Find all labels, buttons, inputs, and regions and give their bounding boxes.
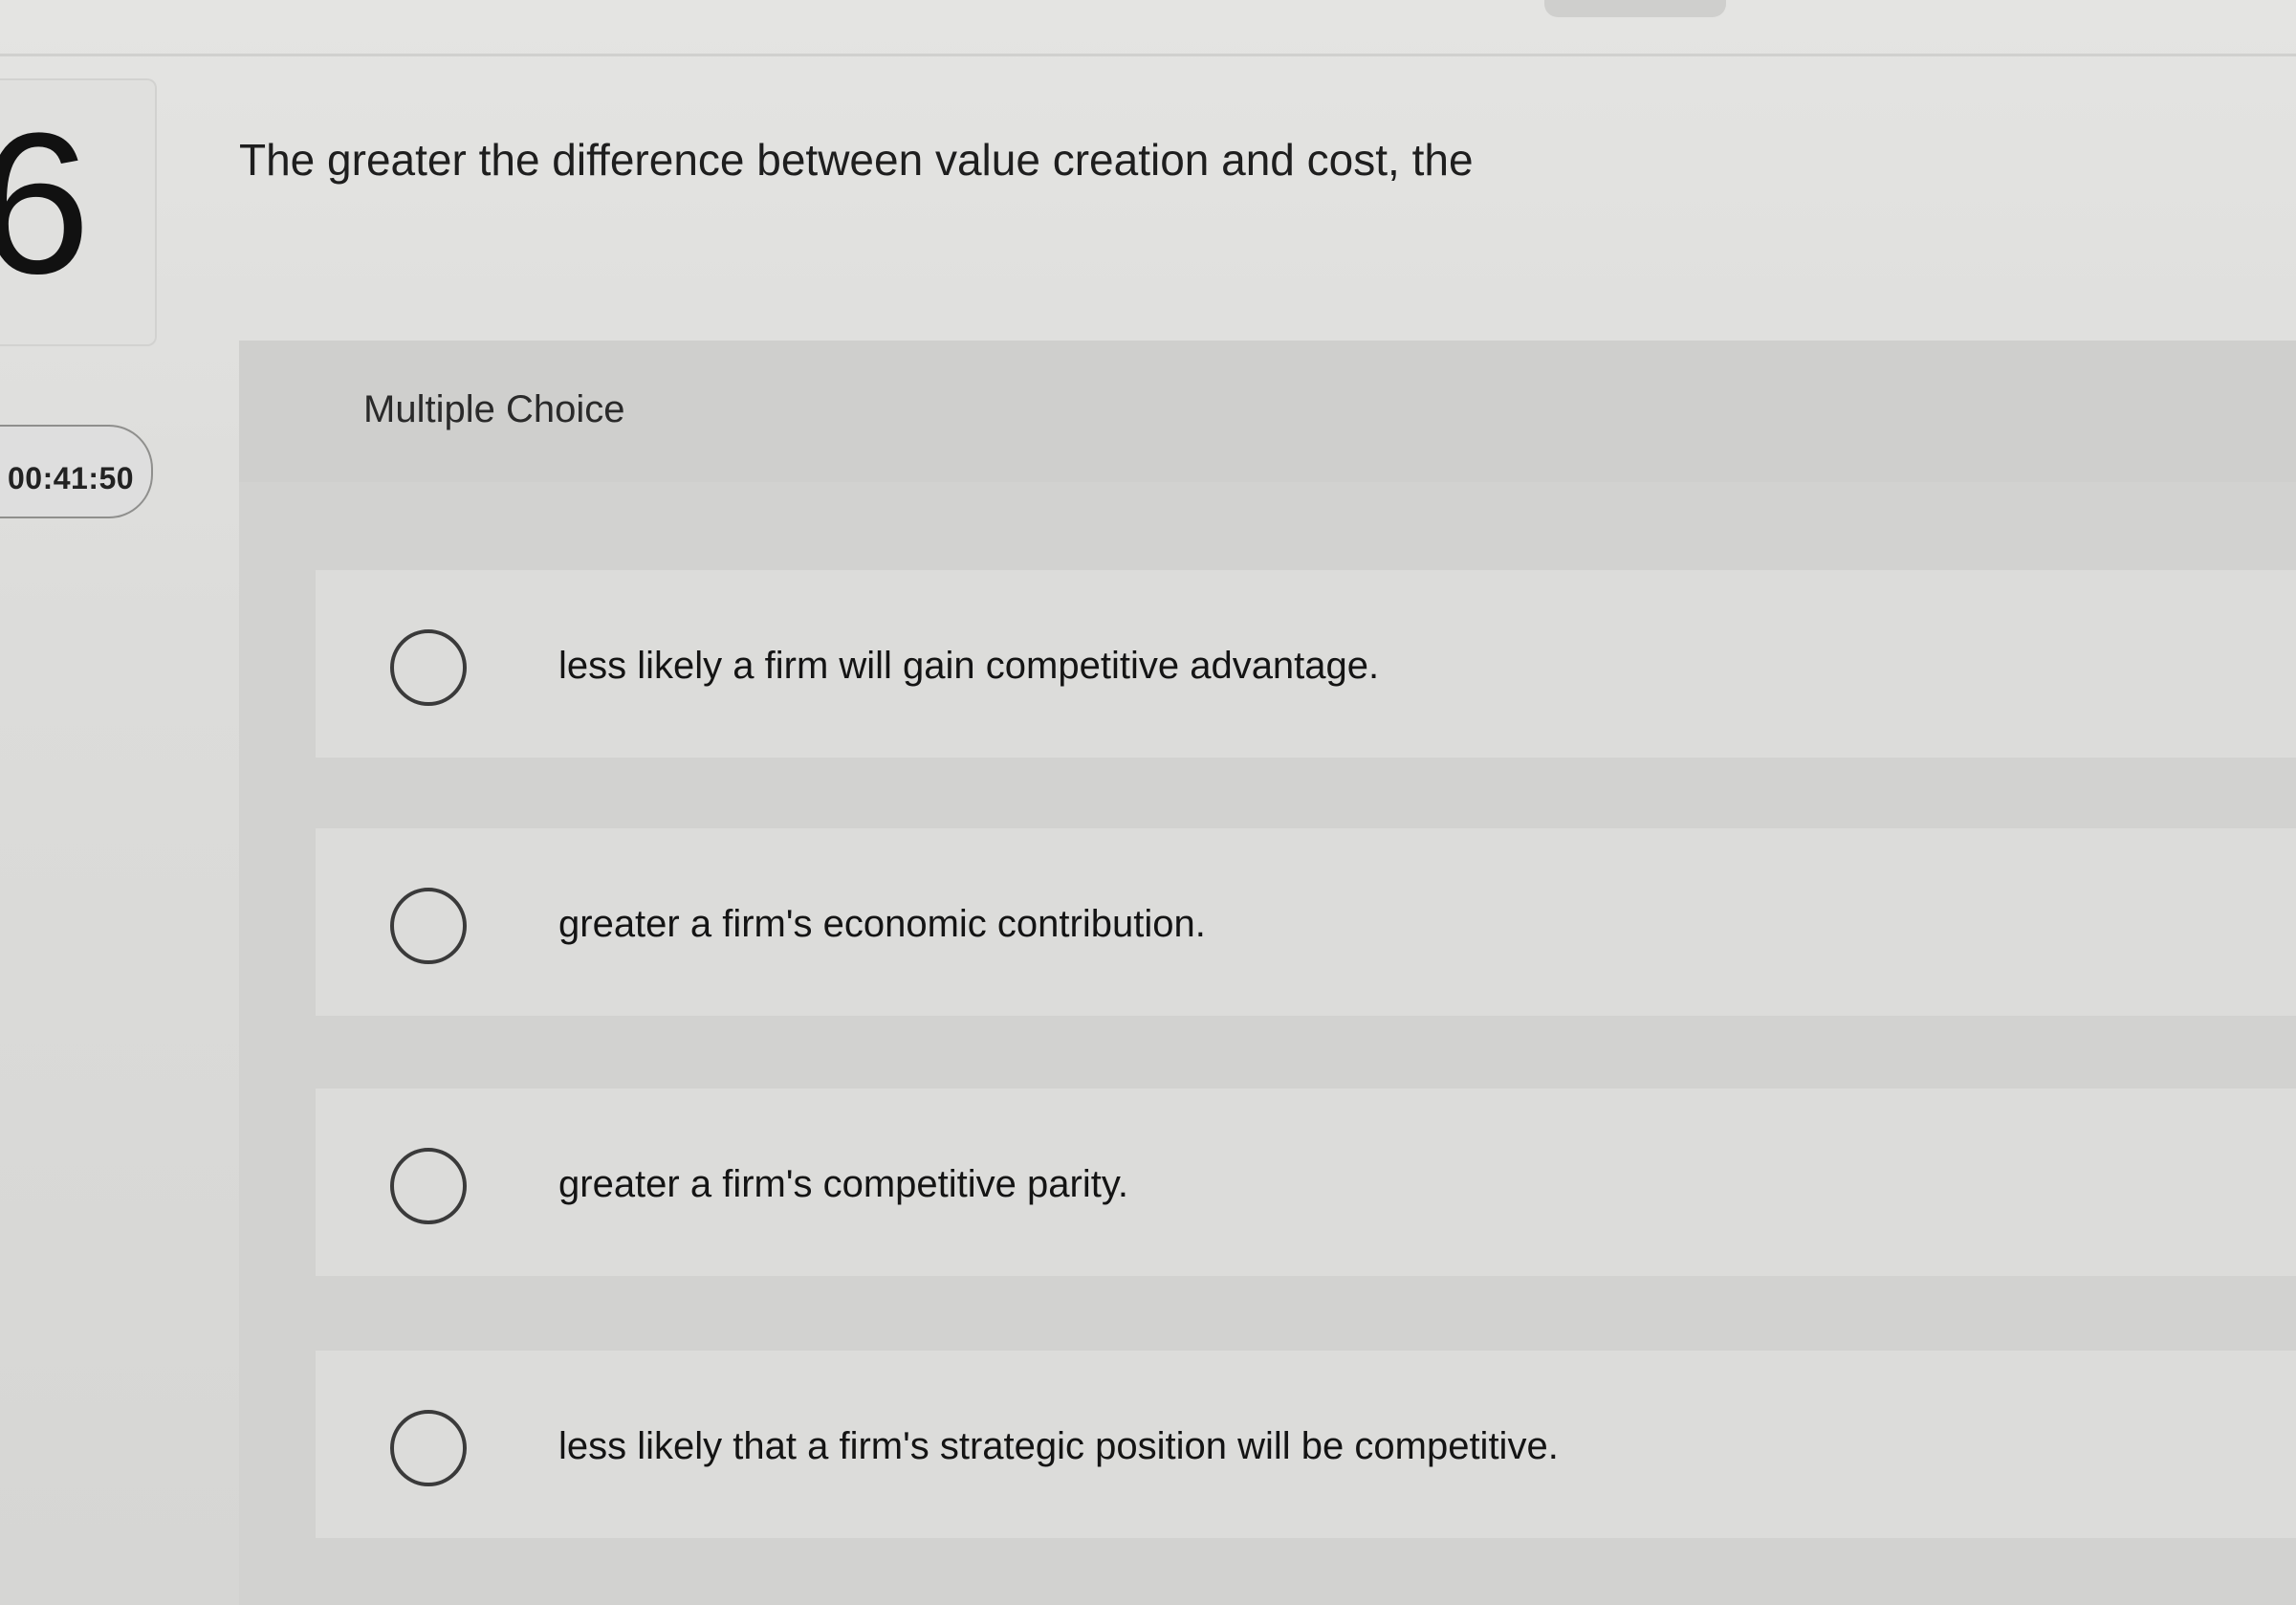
question-prompt: The greater the difference between value…: [239, 135, 1474, 185]
answer-option-4[interactable]: less likely that a firm's strategic posi…: [316, 1351, 2296, 1538]
answer-panel-header: Multiple Choice: [239, 341, 2296, 482]
timer-text: 00:41:50: [8, 461, 135, 495]
header-divider: [0, 54, 2296, 56]
answer-option-label: less likely a firm will gain competitive…: [558, 645, 1380, 687]
answer-option-label: greater a firm's economic contribution.: [558, 903, 1206, 945]
radio-button-icon[interactable]: [390, 888, 467, 964]
answer-option-label: less likely that a firm's strategic posi…: [558, 1425, 1559, 1467]
question-type-label: Multiple Choice: [363, 388, 625, 430]
radio-button-icon[interactable]: [390, 629, 467, 706]
answer-option-1[interactable]: less likely a firm will gain competitive…: [316, 570, 2296, 758]
answer-option-label: greater a firm's competitive parity.: [558, 1163, 1128, 1205]
radio-button-icon[interactable]: [390, 1148, 467, 1224]
radio-button-icon[interactable]: [390, 1410, 467, 1486]
answer-panel: Multiple Choice less likely a firm will …: [239, 341, 2296, 1605]
top-tab: [1544, 0, 1726, 17]
question-number: 6: [0, 91, 91, 316]
answer-option-3[interactable]: greater a firm's competitive parity.: [316, 1088, 2296, 1276]
answer-option-2[interactable]: greater a firm's economic contribution.: [316, 828, 2296, 1016]
